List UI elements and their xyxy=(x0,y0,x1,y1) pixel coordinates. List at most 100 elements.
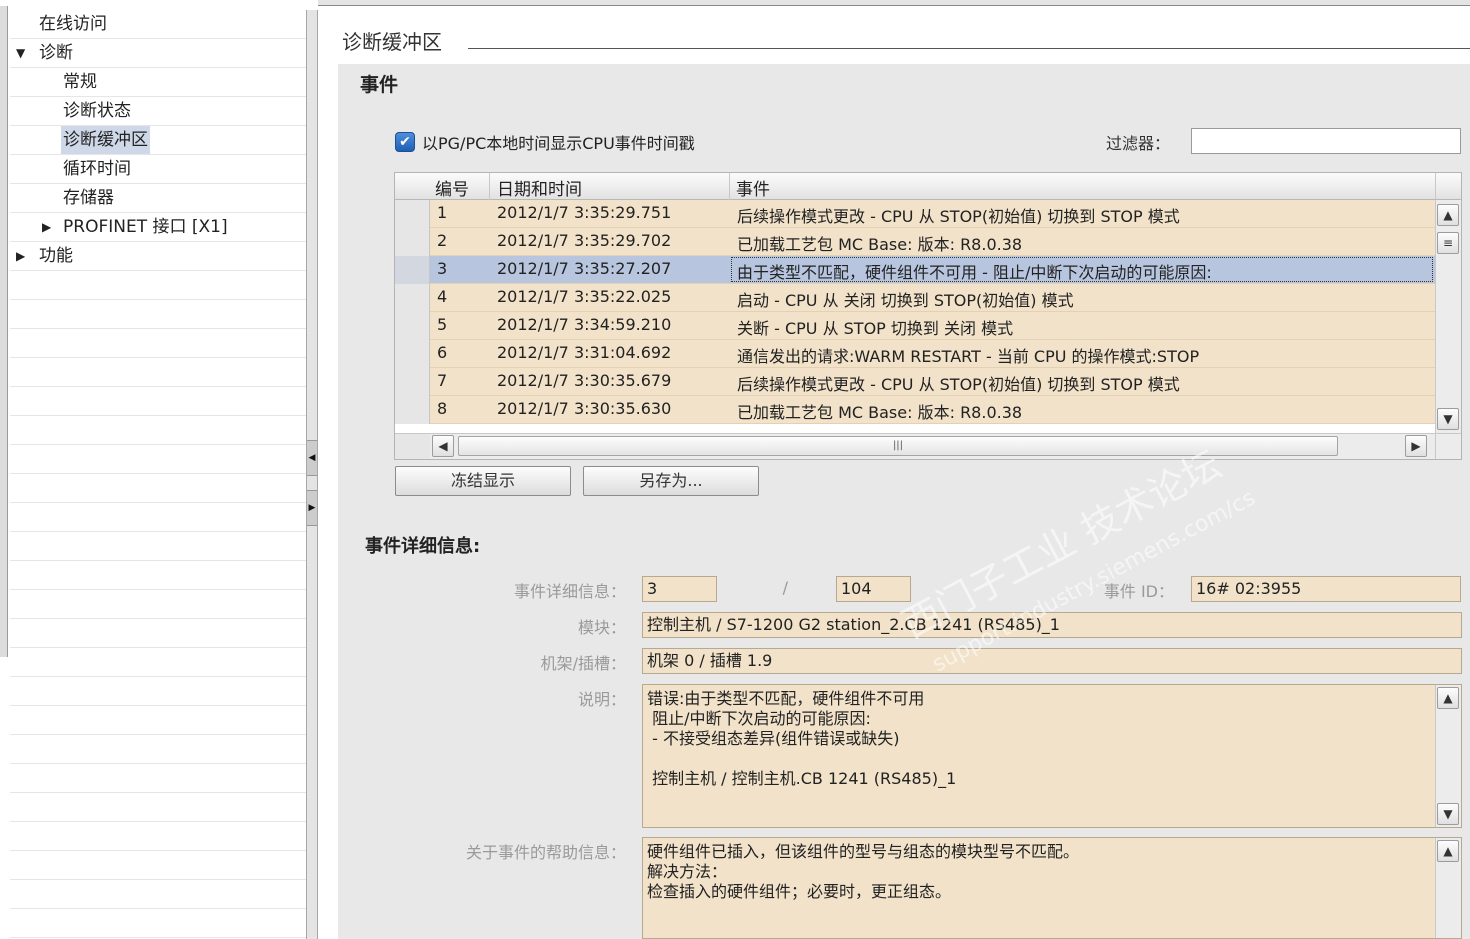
page-title: 诊断缓冲区 xyxy=(342,30,442,54)
cell-event: 已加载工艺包 MC Base: 版本: R8.0.38 xyxy=(737,235,1023,254)
table-row[interactable]: 7 2012/1/7 3:30:35.679 后续操作模式更改 - CPU 从 ST… xyxy=(395,368,1435,396)
scroll-right-icon[interactable]: ▶ xyxy=(1405,435,1427,457)
cell-event: 后续操作模式更改 - CPU 从 STOP(初始值) 切换到 STOP 模式 xyxy=(737,375,1180,394)
focus-rect xyxy=(731,257,1433,282)
detail-index-field[interactable]: 3 xyxy=(642,576,717,602)
cell-event: 通信发出的请求:WARM RESTART - 当前 CPU 的操作模式:STOP xyxy=(737,347,1200,366)
description-vscrollbar[interactable]: ▲ ▼ xyxy=(1435,685,1461,827)
table-corner xyxy=(1435,173,1461,200)
main-pane: 诊断缓冲区 事件 ✔ 以PG/PC本地时间显示CPU事件时间戳 过滤器： 编号 … xyxy=(318,6,1470,939)
table-row[interactable]: 1 2012/1/7 3:35:29.751 后续操作模式更改 - CPU 从 ST… xyxy=(395,200,1435,228)
row-header[interactable] xyxy=(395,228,430,256)
text-line: 错误:由于类型不匹配，硬件组件不可用 xyxy=(647,689,925,708)
scroll-up-icon[interactable]: ▲ xyxy=(1437,687,1459,709)
collapse-left-icon[interactable]: ◀ xyxy=(307,440,317,476)
module-label: 模块： xyxy=(577,618,626,637)
col-datetime[interactable]: 日期和时间 xyxy=(497,175,582,200)
nav-item[interactable]: 常规 xyxy=(10,68,306,97)
table-row[interactable]: 4 2012/1/7 3:35:22.025 启动 - CPU 从 关闭 切换到 S… xyxy=(395,284,1435,312)
cell-num: 8 xyxy=(437,399,448,418)
cell-num: 3 xyxy=(437,259,448,278)
nav-item[interactable]: ▶ 功能 xyxy=(10,242,306,271)
hscroll-thumb[interactable]: ||| xyxy=(458,436,1338,456)
scroll-down-icon[interactable]: ▼ xyxy=(1437,408,1459,430)
cell-num: 1 xyxy=(437,203,448,222)
nav-item[interactable]: 诊断缓冲区 xyxy=(10,126,306,155)
nav-item-label: 功能 xyxy=(39,246,73,266)
help-vscrollbar[interactable]: ▲ xyxy=(1435,838,1461,938)
event-id-field[interactable]: 16# 02:3955 xyxy=(1191,576,1461,602)
rack-slot-field[interactable]: 机架 0 / 插槽 1.9 xyxy=(642,648,1462,674)
cell-datetime: 2012/1/7 3:35:22.025 xyxy=(497,287,672,306)
table-row[interactable]: 6 2012/1/7 3:31:04.692 通信发出的请求:WARM RESTAR… xyxy=(395,340,1435,368)
event-id-label: 事件 ID： xyxy=(1103,582,1174,601)
table-row[interactable]: 8 2012/1/7 3:30:35.630 已加载工艺包 MC Base: 版本:… xyxy=(395,396,1435,424)
table-row[interactable]: 5 2012/1/7 3:34:59.210 关断 - CPU 从 STOP 切换到… xyxy=(395,312,1435,340)
table-hscrollbar[interactable]: ◀ ||| ▶ xyxy=(430,433,1435,459)
save-as-button[interactable]: 另存为... xyxy=(583,466,759,496)
pane-splitter[interactable]: ◀ ▶ xyxy=(306,10,318,939)
left-edge-panel xyxy=(0,6,8,657)
nav-item-label: PROFINET 接口 [X1] xyxy=(63,217,228,237)
nav-item[interactable]: ▶ PROFINET 接口 [X1] xyxy=(10,213,306,242)
description-textarea[interactable]: 控制主机 / 控制主机.CB 1241 (RS485)_1 - 不接受组态差异(… xyxy=(642,684,1462,828)
detail-total-field[interactable]: 104 xyxy=(836,576,911,602)
scroll-up-icon[interactable]: ▲ xyxy=(1437,840,1459,862)
checkbox-local-time[interactable]: ✔ xyxy=(395,132,415,152)
row-header[interactable] xyxy=(395,284,430,312)
cell-event: 已加载工艺包 MC Base: 版本: R8.0.38 xyxy=(737,403,1023,422)
nav-item[interactable]: 存储器 xyxy=(10,184,306,213)
checkbox-local-time-label: 以PG/PC本地时间显示CPU事件时间戳 xyxy=(422,134,695,153)
nav-item[interactable]: ▼ 诊断 xyxy=(10,39,306,68)
nav-item-label: 常规 xyxy=(63,72,97,92)
detail-separator: / xyxy=(782,578,788,597)
row-header[interactable] xyxy=(395,340,430,368)
rack-slot-label: 机架/插槽： xyxy=(540,654,626,673)
table-row[interactable]: 3 2012/1/7 3:35:27.207 由于类型不匹配，硬件组件不可用 - 阻… xyxy=(395,256,1435,284)
nav-item-label: 诊断 xyxy=(39,43,73,63)
scroll-thumb-grip-icon[interactable]: ≡ xyxy=(1437,232,1459,254)
freeze-display-button[interactable]: 冻结显示 xyxy=(395,466,571,496)
navigation-tree: 在线访问 ▼ 诊断 常规 诊断状态 诊断缓冲区 循环时间 存储器 ▶ PROFINET 接口 [X… xyxy=(0,0,318,939)
table-header: 编号 日期和时间 事件 xyxy=(395,173,1435,200)
row-header[interactable] xyxy=(395,368,430,396)
row-header[interactable] xyxy=(395,200,430,228)
col-event[interactable]: 事件 xyxy=(736,175,770,200)
collapsed-arrow-icon[interactable]: ▶ xyxy=(16,242,30,270)
events-table: 编号 日期和时间 事件 1 2012/1/7 3:35:29.751 后续操作模式更… xyxy=(394,172,1462,460)
col-num[interactable]: 编号 xyxy=(435,175,469,200)
collapsed-arrow-icon[interactable]: ▶ xyxy=(42,213,56,241)
scroll-down-icon[interactable]: ▼ xyxy=(1437,803,1459,825)
nav-tree-rows: 在线访问 ▼ 诊断 常规 诊断状态 诊断缓冲区 循环时间 存储器 ▶ PROFINET 接口 [X… xyxy=(10,10,306,271)
filter-input[interactable] xyxy=(1191,128,1461,154)
nav-item[interactable]: 在线访问 xyxy=(10,10,306,39)
cell-datetime: 2012/1/7 3:31:04.692 xyxy=(497,343,672,362)
row-header[interactable] xyxy=(395,312,430,340)
cell-datetime: 2012/1/7 3:34:59.210 xyxy=(497,315,672,334)
expanded-arrow-icon[interactable]: ▼ xyxy=(16,39,30,67)
hscroll-left-corner xyxy=(395,433,430,459)
nav-item-label: 诊断缓冲区 xyxy=(61,126,150,154)
row-header[interactable] xyxy=(395,256,430,284)
title-rule xyxy=(468,48,1470,49)
module-field[interactable]: 控制主机 / S7-1200 G2 station_2.CB 1241 (RS4… xyxy=(642,612,1462,638)
col-separator[interactable] xyxy=(729,173,730,200)
nav-item[interactable]: 循环时间 xyxy=(10,155,306,184)
help-label: 关于事件的帮助信息： xyxy=(465,843,626,862)
help-textarea[interactable]: 检查插入的硬件组件；必要时，更正组态。 解决方法： 硬件组件已插入，但该组件的型号与… xyxy=(642,837,1462,939)
nav-item-label: 诊断状态 xyxy=(63,101,131,121)
detail-label: 事件详细信息： xyxy=(513,582,626,601)
cell-datetime: 2012/1/7 3:35:29.751 xyxy=(497,203,672,222)
table-row[interactable]: 2 2012/1/7 3:35:29.702 已加载工艺包 MC Base: 版本:… xyxy=(395,228,1435,256)
nav-item[interactable]: 诊断状态 xyxy=(10,97,306,126)
events-heading: 事件 xyxy=(360,74,399,96)
check-icon: ✔ xyxy=(399,134,411,150)
col-separator[interactable] xyxy=(489,173,490,200)
content-panel: 事件 ✔ 以PG/PC本地时间显示CPU事件时间戳 过滤器： 编号 日期和时间 … xyxy=(338,64,1470,939)
scroll-left-icon[interactable]: ◀ xyxy=(432,435,454,457)
nav-item-label: 循环时间 xyxy=(63,159,131,179)
scroll-up-icon[interactable]: ▲ xyxy=(1437,204,1459,226)
row-header[interactable] xyxy=(395,396,430,424)
expand-right-icon[interactable]: ▶ xyxy=(307,490,317,526)
table-vscrollbar[interactable]: ▲ ≡ ▼ xyxy=(1435,200,1461,433)
